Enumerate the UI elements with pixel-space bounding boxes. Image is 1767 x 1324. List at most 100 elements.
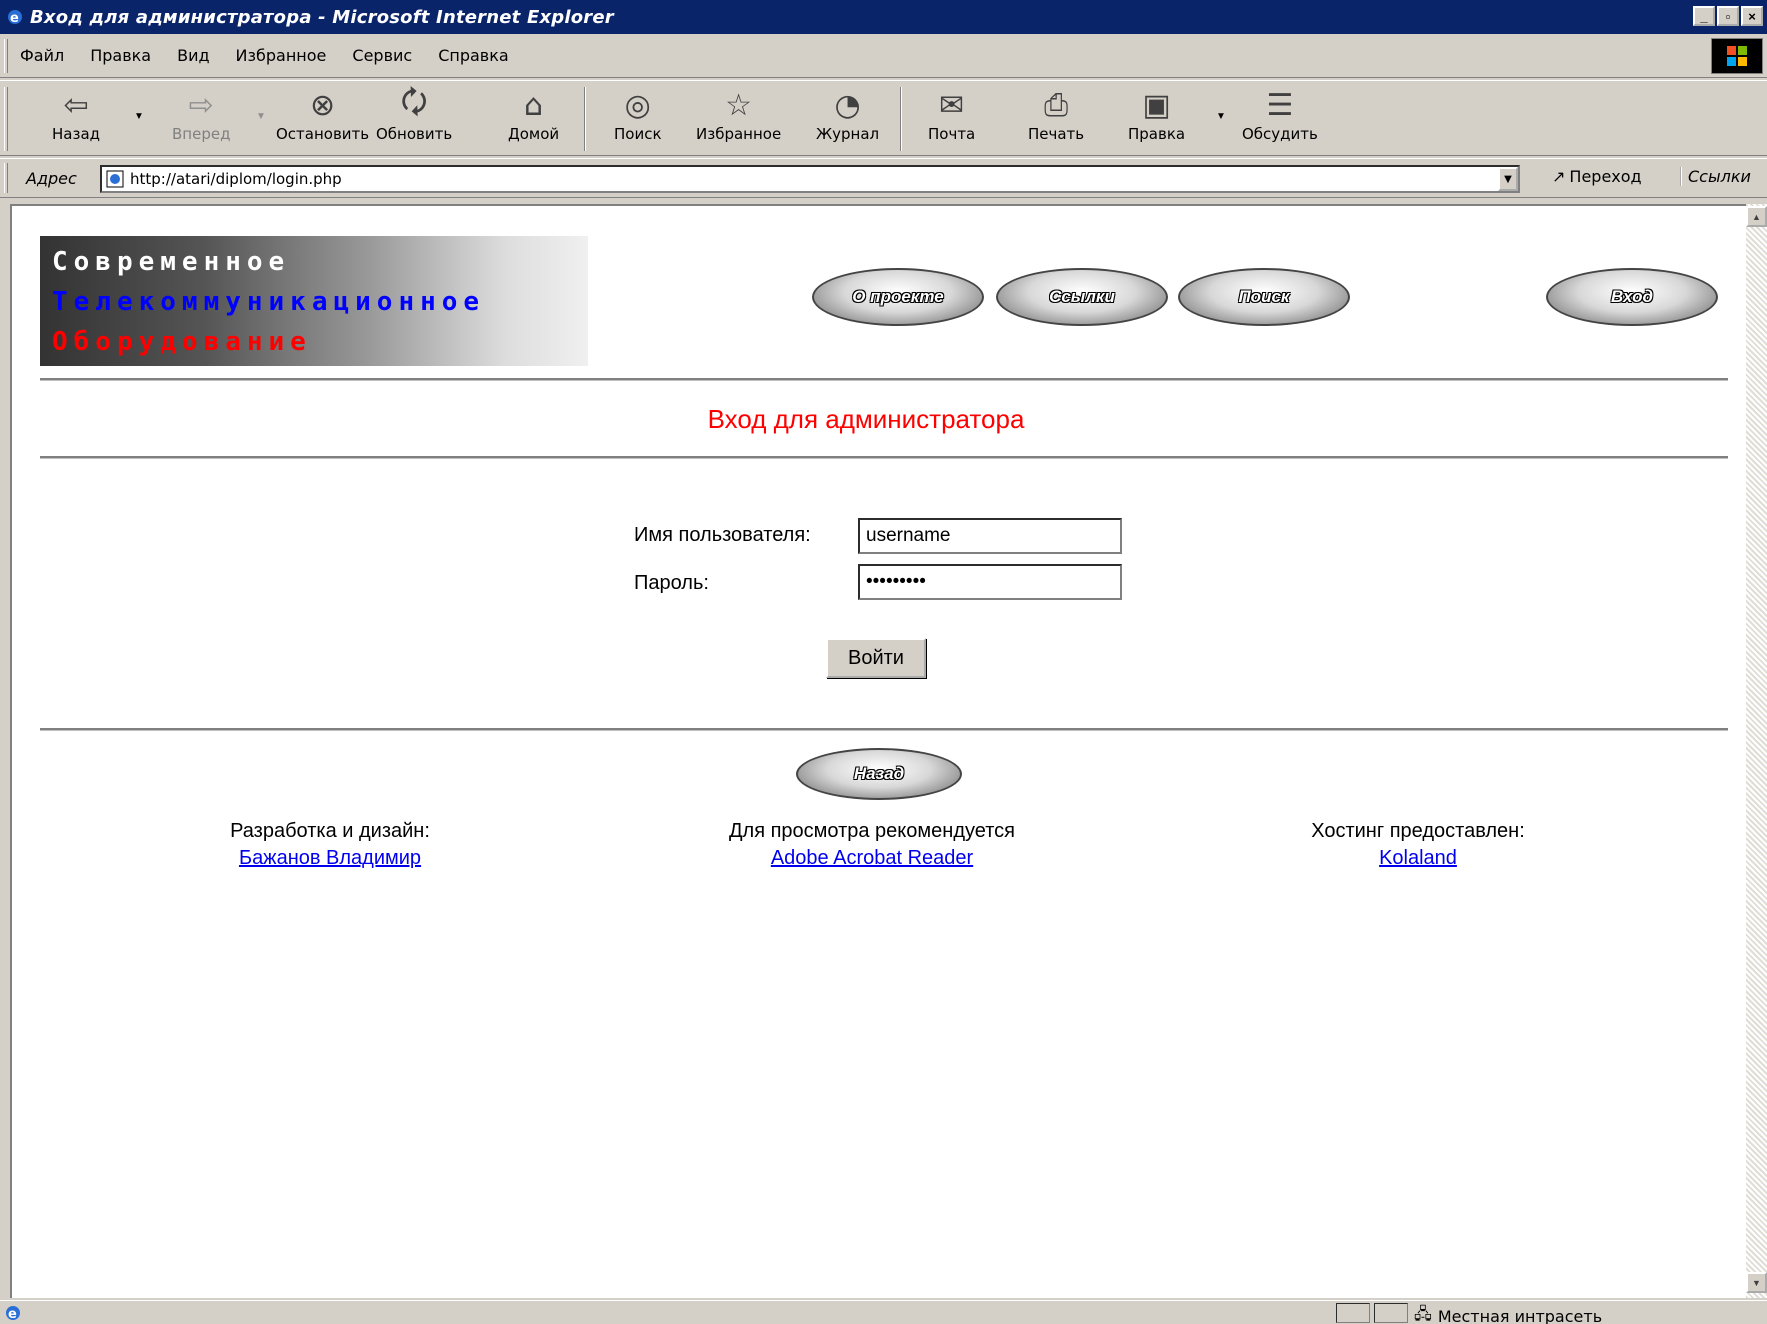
go-label: Переход (1569, 167, 1642, 186)
viewer-label: Для просмотра рекомендуется (728, 820, 1015, 842)
footer-viewer: Для просмотра рекомендуется Adobe Acroba… (672, 818, 1072, 872)
edit-dropdown-icon[interactable]: ▼ (1216, 111, 1226, 122)
favorites-button[interactable]: ☆ Избранное (696, 85, 781, 144)
print-label: Печать (1028, 125, 1085, 143)
back-arrow-icon: ⇦ (63, 87, 89, 123)
password-label: Пароль: (634, 572, 709, 594)
discuss-button[interactable]: ☰ Обсудить (1242, 85, 1318, 144)
developer-link[interactable]: Бажанов Владимир (239, 847, 421, 869)
minimize-button[interactable]: _ (1693, 6, 1715, 26)
ie-logo-icon: e (8, 10, 22, 26)
address-input[interactable]: http://atari/diplom/login.php ▼ (100, 165, 1520, 193)
history-label: Журнал (816, 125, 880, 143)
intranet-icon: 🖧 (1414, 1304, 1432, 1323)
scroll-up-icon[interactable]: ▲ (1746, 206, 1767, 227)
forward-label: Вперед (172, 125, 231, 143)
security-zone: 🖧 Местная интрасеть (1414, 1303, 1602, 1324)
discuss-label: Обсудить (1242, 125, 1318, 143)
page-content: Современное Телекоммуникационное Оборудо… (10, 204, 1746, 1298)
home-label: Домой (508, 125, 560, 143)
history-icon: ◔ (834, 87, 861, 123)
standard-toolbar: ⇦ Назад ▼ ⇨ Вперед ▼ ⊗ Остановить 🗘 Обно… (0, 80, 1767, 156)
stop-button[interactable]: ⊗ Остановить (276, 85, 370, 144)
discuss-icon: ☰ (1266, 87, 1294, 123)
hosting-label: Хостинг предоставлен: (1311, 820, 1525, 842)
page-title: Вход для администратора (707, 404, 1025, 434)
menu-file[interactable]: Файл (16, 44, 68, 67)
nav-search-button[interactable]: Поиск (1178, 268, 1350, 326)
svg-text:e: e (8, 1307, 17, 1322)
home-icon: ⌂ (524, 87, 544, 123)
links-button[interactable]: Ссылки (1680, 167, 1751, 186)
refresh-button[interactable]: 🗘 Обновить (376, 84, 453, 144)
divider (40, 728, 1728, 731)
forward-button[interactable]: ⇨ Вперед (172, 85, 231, 144)
back-dropdown-icon[interactable]: ▼ (134, 111, 144, 122)
menu-bar: Файл Правка Вид Избранное Сервис Справка (0, 34, 1767, 78)
go-arrow-icon: ↗ (1552, 167, 1566, 186)
print-button[interactable]: ⎙ Печать (1028, 85, 1085, 144)
toolbar-grip[interactable] (4, 38, 8, 73)
mail-button[interactable]: ✉ Почта (928, 85, 975, 144)
status-panel (1374, 1303, 1408, 1323)
logo-line-3: Оборудование (52, 327, 312, 357)
back-nav-button[interactable]: Назад (796, 748, 962, 800)
menu-help[interactable]: Справка (434, 44, 513, 67)
logo-line-2: Телекоммуникационное (52, 287, 486, 317)
maximize-button[interactable]: ▫ (1717, 6, 1739, 26)
username-label: Имя пользователя: (634, 524, 811, 546)
search-label: Поиск (614, 125, 662, 143)
address-bar: Адрес http://atari/diplom/login.php ▼ ↗ … (0, 158, 1767, 198)
back-button[interactable]: ⇦ Назад (52, 85, 101, 144)
footer-developer: Разработка и дизайн: Бажанов Владимир (130, 818, 530, 872)
address-dropdown-icon[interactable]: ▼ (1498, 167, 1518, 191)
search-icon: ◎ (624, 87, 651, 123)
nav-about-button[interactable]: О проекте (812, 268, 984, 326)
logo-line-1: Современное (52, 247, 291, 277)
vertical-scrollbar[interactable]: ▲ ▼ (1746, 204, 1767, 1298)
address-label: Адрес (26, 168, 77, 188)
windows-logo-icon (1711, 38, 1763, 74)
zone-label: Местная интрасеть (1437, 1307, 1603, 1324)
password-input[interactable] (858, 564, 1122, 600)
window-title: Вход для администратора - Microsoft Inte… (30, 6, 614, 28)
toolbar-grip[interactable] (4, 87, 8, 151)
history-button[interactable]: ◔ Журнал (816, 85, 880, 144)
edit-icon: ▣ (1142, 87, 1171, 123)
menu-favorites[interactable]: Избранное (232, 44, 331, 67)
refresh-icon: 🗘 (400, 84, 428, 120)
nav-links-button[interactable]: Ссылки (996, 268, 1168, 326)
edit-label: Правка (1128, 125, 1186, 143)
mail-icon: ✉ (939, 87, 965, 123)
forward-dropdown-icon[interactable]: ▼ (256, 111, 266, 122)
stop-icon: ⊗ (310, 87, 336, 123)
toolbar-grip[interactable] (4, 163, 8, 193)
menu-view[interactable]: Вид (173, 44, 213, 67)
status-panel (1336, 1303, 1370, 1323)
home-button[interactable]: ⌂ Домой (508, 85, 560, 144)
search-button[interactable]: ◎ Поиск (614, 85, 662, 144)
login-submit-button[interactable]: Войти (826, 638, 926, 678)
page-icon (106, 170, 124, 188)
edit-button[interactable]: ▣ Правка (1128, 85, 1186, 144)
window-titlebar: e Вход для администратора - Microsoft In… (0, 0, 1767, 34)
site-logo: Современное Телекоммуникационное Оборудо… (40, 236, 588, 366)
acrobat-link[interactable]: Adobe Acrobat Reader (771, 847, 973, 869)
favorites-icon: ☆ (725, 87, 753, 123)
address-url: http://atari/diplom/login.php (130, 170, 342, 188)
stop-label: Остановить (276, 125, 370, 143)
menu-tools[interactable]: Сервис (348, 44, 416, 67)
close-button[interactable]: × (1741, 6, 1763, 26)
footer-hosting: Хостинг предоставлен: Kolaland (1218, 818, 1618, 872)
refresh-label: Обновить (376, 125, 453, 143)
username-input[interactable] (858, 518, 1122, 554)
menu-edit[interactable]: Правка (86, 44, 155, 67)
status-bar: e 🖧 Местная интрасеть (0, 1300, 1767, 1324)
divider (40, 456, 1728, 459)
forward-arrow-icon: ⇨ (188, 87, 214, 123)
scroll-down-icon[interactable]: ▼ (1746, 1272, 1767, 1293)
back-label: Назад (52, 125, 101, 143)
hosting-link[interactable]: Kolaland (1379, 847, 1457, 869)
go-button[interactable]: ↗ Переход (1552, 167, 1642, 186)
nav-login-button[interactable]: Вход (1546, 268, 1718, 326)
